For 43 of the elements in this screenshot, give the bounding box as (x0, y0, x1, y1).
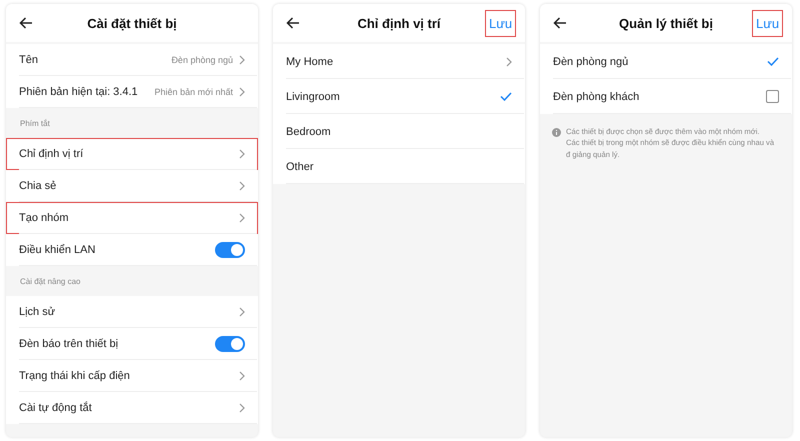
chevron-icon (239, 181, 245, 191)
chevron-icon (239, 213, 245, 223)
item-label: Livingroom (286, 90, 341, 102)
item-value: Đèn phòng ngủ (171, 55, 233, 65)
info-icon (552, 128, 561, 137)
item-label: Đèn báo trên thiết bị (19, 338, 120, 350)
item-label: My Home (286, 56, 334, 68)
item-label: Bedroom (286, 126, 332, 138)
chevron-icon (239, 87, 245, 97)
item-label: Cài tự động tắt (19, 402, 93, 414)
chevron-icon (506, 56, 512, 66)
chevron-icon (239, 403, 245, 413)
back-arrow-icon[interactable] (286, 17, 300, 29)
screen-title: Chỉ định vị trí (357, 16, 441, 30)
toggle-switch[interactable] (215, 336, 245, 352)
chevron-icon (239, 307, 245, 317)
toggle-switch[interactable] (215, 242, 245, 258)
item-label: Tên (19, 54, 39, 66)
save-button[interactable]: Lưu (485, 10, 516, 36)
screen-title: Quản lý thiết bị (619, 16, 713, 30)
section-header: Phím tắt (20, 118, 50, 128)
item-label: Đèn phòng ngủ (553, 56, 630, 68)
item-label: Phiên bản hiện tại: 3.4.1 (19, 86, 139, 98)
checkbox[interactable] (766, 90, 779, 103)
item-label: Chỉ định vị trí (19, 148, 84, 160)
list-item[interactable]: Chỉ định vị trí (6, 138, 258, 170)
item-label: Other (286, 160, 315, 172)
chevron-icon (239, 371, 245, 381)
item-label: Trạng thái khi cấp điện (19, 370, 131, 382)
item-value: Phiên bản mới nhất (154, 87, 233, 97)
screen-title: Cài đặt thiết bị (87, 16, 177, 30)
section-header: Cài đặt nâng cao (20, 276, 80, 286)
chevron-icon (239, 149, 245, 159)
item-label: Đèn phòng khách (553, 90, 640, 102)
item-label: Lịch sử (19, 306, 56, 318)
list-item[interactable]: Tạo nhóm (6, 202, 258, 234)
back-arrow-icon[interactable] (19, 17, 33, 29)
back-arrow-icon[interactable] (553, 17, 567, 29)
item-label: Tạo nhóm (19, 212, 70, 224)
chevron-icon (239, 55, 245, 65)
item-label: Chia sẻ (19, 180, 58, 192)
item-label: Điều khiển LAN (19, 244, 96, 256)
save-button[interactable]: Lưu (752, 10, 784, 36)
